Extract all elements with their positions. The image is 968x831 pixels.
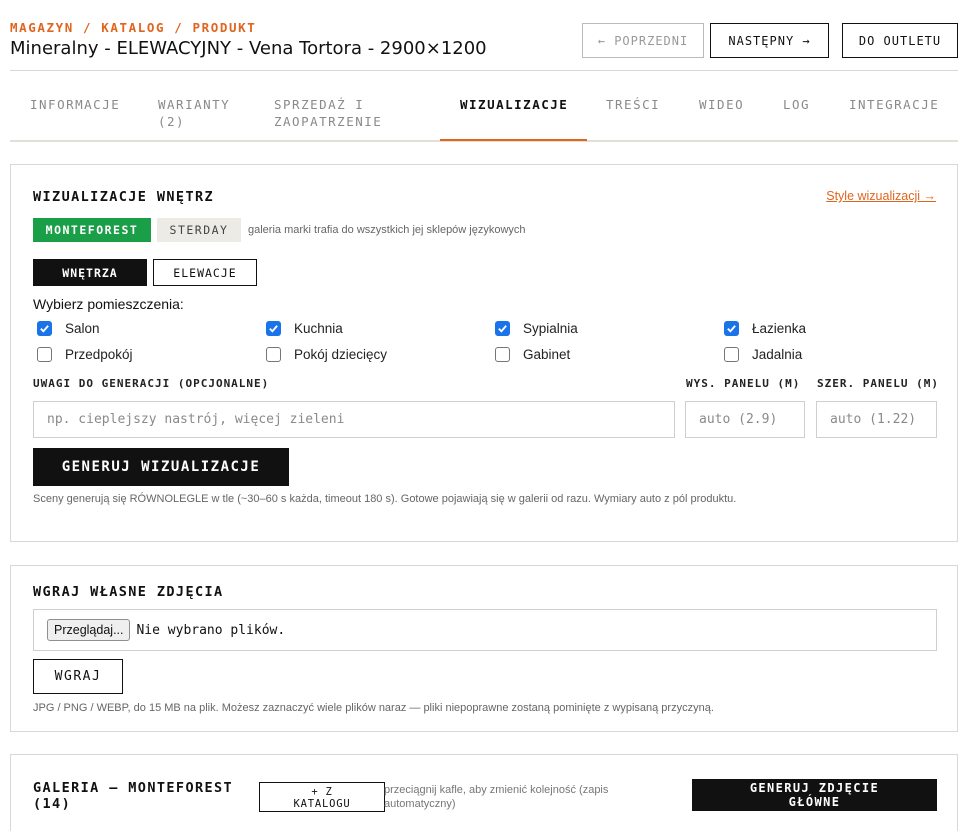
- main-photo-line1: GENERUJ ZDJĘCIE: [749, 781, 880, 795]
- checkbox-unchecked-icon[interactable]: [37, 347, 52, 362]
- page-header: MAGAZYN / KATALOG / PRODUKT Mineralny - …: [10, 18, 958, 71]
- previous-button[interactable]: ← POPRZEDNI: [582, 23, 704, 58]
- room-label: Kuchnia: [294, 321, 343, 336]
- tab-informacje[interactable]: INFORMACJE: [30, 96, 120, 113]
- room-gabinet[interactable]: Gabinet: [495, 347, 570, 362]
- room-kuchnia[interactable]: Kuchnia: [266, 321, 343, 336]
- checkbox-checked-icon[interactable]: [37, 321, 52, 336]
- tab-warianty[interactable]: WARIANTY (2): [158, 96, 238, 130]
- rooms-label: Wybierz pomieszczenia:: [33, 296, 184, 312]
- upload-title: WGRAJ WŁASNE ZDJĘCIA: [33, 584, 224, 600]
- visualizations-panel: WIZUALIZACJE WNĘTRZ Style wizualizacji →…: [10, 164, 958, 542]
- room-label: Przedpokój: [65, 347, 133, 362]
- add-from-catalog-button[interactable]: + Z KATALOGU: [259, 782, 385, 812]
- checkbox-checked-icon[interactable]: [266, 321, 281, 336]
- brand-note: galeria marki trafia do wszystkich jej s…: [248, 224, 526, 236]
- checkbox-checked-icon[interactable]: [724, 321, 739, 336]
- brand-sterday[interactable]: STERDAY: [157, 218, 241, 242]
- checkbox-unchecked-icon[interactable]: [495, 347, 510, 362]
- upload-button[interactable]: WGRAJ: [33, 659, 123, 694]
- room-label: Salon: [65, 321, 100, 336]
- file-status: Nie wybrano plików.: [136, 622, 286, 638]
- tab-sprzedaz[interactable]: SPRZEDAŻ I ZAOPATRZENIE: [274, 96, 384, 130]
- room-label: Pokój dziecięcy: [294, 347, 388, 362]
- room-przedpokoj[interactable]: Przedpokój: [37, 347, 133, 362]
- page-title: Mineralny - ELEWACYJNY - Vena Tortora - …: [10, 38, 487, 59]
- tab-wizualizacje[interactable]: WIZUALIZACJE: [460, 96, 568, 113]
- mode-interiors-button[interactable]: WNĘTRZA: [33, 259, 147, 286]
- room-label: Sypialnia: [523, 321, 578, 336]
- tab-bar: INFORMACJE WARIANTY (2) SPRZEDAŻ I ZAOPA…: [10, 71, 958, 142]
- outlet-button[interactable]: DO OUTLETU: [842, 23, 958, 58]
- add-from-catalog-line2: KATALOGU: [293, 798, 351, 810]
- add-from-catalog-line1: + Z: [311, 786, 333, 798]
- notes-input[interactable]: np. cieplejszy nastrój, więcej zieleni: [33, 401, 675, 438]
- room-lazienka[interactable]: Łazienka: [724, 321, 806, 336]
- browse-button[interactable]: Przeglądaj...: [47, 619, 131, 641]
- tab-integracje[interactable]: INTEGRACJE: [849, 96, 939, 113]
- upload-panel: WGRAJ WŁASNE ZDJĘCIA Przeglądaj... Nie w…: [10, 565, 958, 732]
- panel-height-label: WYS. PANELU (M): [686, 377, 801, 390]
- checkbox-unchecked-icon[interactable]: [266, 347, 281, 362]
- active-tab-indicator: [440, 139, 587, 141]
- tab-tresci[interactable]: TREŚCI: [606, 96, 660, 113]
- tab-log[interactable]: LOG: [783, 96, 810, 113]
- generate-visualizations-button[interactable]: GENERUJ WIZUALIZACJE: [33, 448, 289, 486]
- room-salon[interactable]: Salon: [37, 321, 100, 336]
- room-pokoj-dzieciecy[interactable]: Pokój dziecięcy: [266, 347, 387, 362]
- gallery-title-line: GALERIA — MONTEFOREST: [33, 780, 234, 796]
- checkbox-unchecked-icon[interactable]: [724, 347, 739, 362]
- gallery-count: (14): [33, 796, 72, 812]
- main-photo-line2: GŁÓWNE: [788, 795, 841, 809]
- tab-wideo[interactable]: WIDEO: [699, 96, 744, 113]
- mode-facades-button[interactable]: ELEWACJE: [153, 259, 257, 286]
- notes-label: UWAGI DO GENERACJI (OPCJONALNE): [33, 377, 270, 390]
- styles-link[interactable]: Style wizualizacji →: [826, 189, 936, 203]
- file-input[interactable]: Przeglądaj... Nie wybrano plików.: [33, 609, 937, 651]
- checkbox-checked-icon[interactable]: [495, 321, 510, 336]
- generate-main-photo-button[interactable]: GENERUJ ZDJĘCIE GŁÓWNE: [692, 779, 937, 811]
- breadcrumb[interactable]: MAGAZYN / KATALOG / PRODUKT: [10, 20, 256, 35]
- panel-width-input[interactable]: auto (1.22): [816, 401, 937, 438]
- gallery-panel: GALERIA — MONTEFOREST (14) + Z KATALOGU …: [10, 754, 958, 831]
- room-label: Łazienka: [752, 321, 807, 336]
- upload-hint: JPG / PNG / WEBP, do 15 MB na plik. Może…: [33, 702, 714, 714]
- reorder-note: przeciągnij kafle, aby zmienić kolejność…: [384, 784, 609, 810]
- panel-width-label: SZER. PANELU (M): [817, 377, 939, 390]
- brand-monteforest[interactable]: MONTEFOREST: [33, 218, 151, 242]
- next-button[interactable]: NASTĘPNY →: [710, 23, 829, 58]
- room-label: Jadalnia: [752, 347, 803, 362]
- room-label: Gabinet: [523, 347, 571, 362]
- gallery-title: GALERIA — MONTEFOREST (14): [33, 780, 233, 812]
- panel-height-input[interactable]: auto (2.9): [685, 401, 805, 438]
- visualizations-title: WIZUALIZACJE WNĘTRZ: [33, 189, 215, 205]
- generation-hint: Sceny generują się RÓWNOLEGLE w tle (~30…: [33, 493, 737, 505]
- room-jadalnia[interactable]: Jadalnia: [724, 347, 802, 362]
- room-sypialnia[interactable]: Sypialnia: [495, 321, 578, 336]
